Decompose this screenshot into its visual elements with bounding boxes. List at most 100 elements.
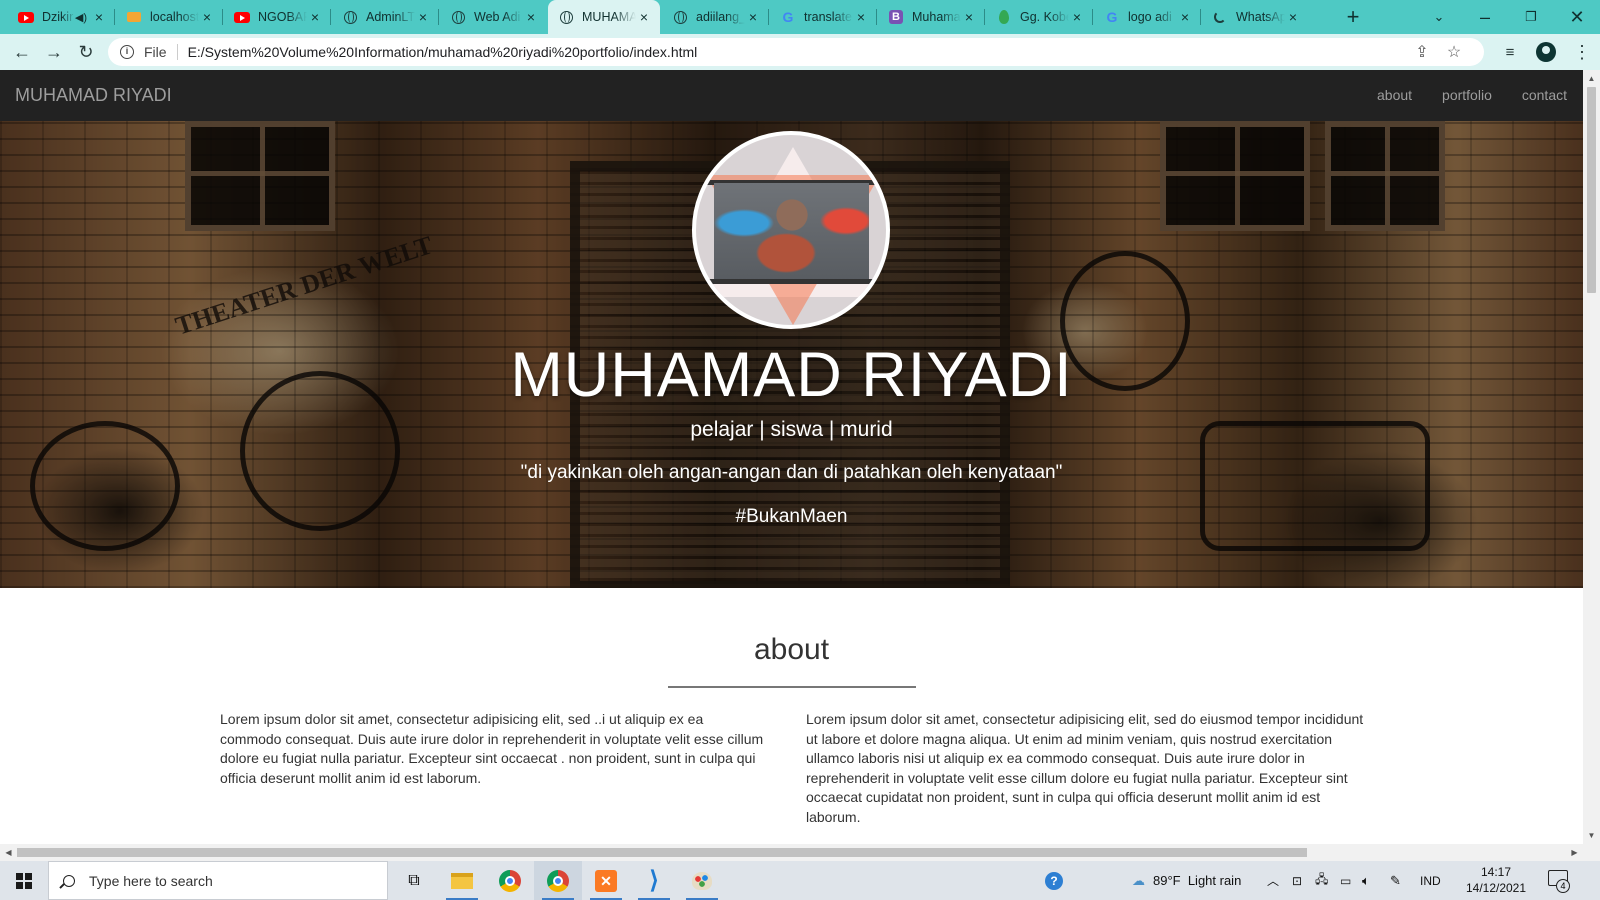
about-paragraph-left: Lorem ipsum dolor sit amet, consectetur … (220, 711, 764, 786)
close-tab-icon[interactable]: × (1069, 9, 1085, 25)
tab-search-chevron-icon[interactable]: ⌄ (1422, 0, 1456, 34)
tab-title: AdminLTE (366, 10, 415, 24)
close-tab-icon[interactable]: × (91, 9, 107, 25)
task-view-icon[interactable]: ⧉ (390, 861, 438, 900)
hero-title: MUHAMAD RIYADI (510, 340, 1073, 410)
tab-title: Gg. Kobe (1020, 10, 1069, 24)
globe-icon (672, 9, 688, 25)
browser-tab[interactable]: localhost × (116, 0, 223, 34)
close-tab-icon[interactable]: × (636, 9, 652, 25)
bookmark-star-icon[interactable]: ☆ (1440, 38, 1468, 66)
tab-title: WhatsApp (1236, 10, 1285, 24)
google-icon: G (1106, 9, 1118, 25)
browser-tab[interactable]: NGOBAR × (224, 0, 331, 34)
close-tab-icon[interactable]: × (745, 9, 761, 25)
profile-avatar-icon[interactable] (1536, 42, 1556, 62)
close-tab-icon[interactable]: × (853, 9, 869, 25)
paint-icon[interactable] (678, 861, 726, 900)
tab-title: logo adi (1128, 10, 1172, 24)
browser-tab[interactable]: Dzikir ◀) × (8, 0, 115, 34)
nav-link-portfolio[interactable]: portfolio (1442, 70, 1492, 121)
browser-tab[interactable]: Gg. Kobe × (986, 0, 1093, 34)
close-tab-icon[interactable]: × (199, 9, 215, 25)
loading-icon (1212, 9, 1228, 25)
browser-tab[interactable]: B Muhamad × (878, 0, 985, 34)
network-icon[interactable]: 🖧 (1315, 861, 1328, 900)
vertical-scrollbar[interactable]: ▲ ▼ (1583, 70, 1600, 844)
page-viewport: MUHAMAD RIYADI about portfolio contact T… (0, 70, 1583, 844)
browser-tab-strip: Dzikir ◀) × localhost × NGOBAR × AdminLT… (0, 0, 1600, 34)
browser-tab-active[interactable]: MUHAMAD × (548, 0, 660, 34)
chrome-profile-icon[interactable] (534, 861, 582, 900)
xampp-icon (126, 9, 142, 25)
language-indicator[interactable]: IND (1420, 861, 1441, 900)
hero-subtitle: pelajar | siswa | murid (690, 418, 893, 441)
horizontal-scroll-thumb[interactable] (17, 848, 1307, 857)
taskbar-search-box[interactable]: Type here to search (48, 861, 388, 900)
tray-overflow-chevron-icon[interactable]: ︿ (1267, 861, 1279, 900)
close-tab-icon[interactable]: × (307, 9, 323, 25)
chrome-icon[interactable] (486, 861, 534, 900)
help-icon[interactable]: ? (1045, 861, 1063, 900)
nav-link-contact[interactable]: contact (1522, 70, 1567, 121)
browser-tab[interactable]: adiilang_ × (662, 0, 769, 34)
new-tab-button[interactable]: + (1336, 0, 1370, 34)
scrollbar-corner (1583, 844, 1600, 861)
vscode-icon[interactable]: ⟩ (630, 861, 678, 900)
speaker-icon[interactable]: ◀) (75, 11, 87, 24)
url-text[interactable]: E:/System%20Volume%20Information/muhamad… (188, 44, 698, 60)
hero-hashtag: #BukanMaen (735, 506, 848, 527)
site-brand[interactable]: MUHAMAD RIYADI (15, 70, 172, 121)
scroll-up-arrow-icon[interactable]: ▲ (1583, 70, 1600, 87)
nav-link-about[interactable]: about (1377, 70, 1412, 121)
close-tab-icon[interactable]: × (1285, 9, 1301, 25)
weather-rain-icon: ☁ (1132, 872, 1145, 888)
close-tab-icon[interactable]: × (523, 9, 539, 25)
browser-tab[interactable]: AdminLTE × (332, 0, 439, 34)
minimize-icon[interactable]: – (1468, 0, 1502, 34)
file-explorer-icon[interactable] (438, 861, 486, 900)
speaker-muted-icon[interactable]: 🔈︎ (1362, 861, 1370, 900)
back-arrow-icon[interactable]: ← (8, 38, 36, 66)
taskbar-clock[interactable]: 14:17 14/12/2021 (1460, 864, 1532, 896)
weather-widget[interactable]: ☁ 89°F Light rain (1132, 861, 1241, 900)
scroll-left-arrow-icon[interactable]: ◀ (0, 844, 17, 861)
forward-arrow-icon[interactable]: → (40, 38, 68, 66)
globe-icon (558, 9, 574, 25)
youtube-icon (18, 9, 34, 25)
site-navbar: MUHAMAD RIYADI about portfolio contact (0, 70, 1583, 122)
xampp-app-icon[interactable]: ✕ (582, 861, 630, 900)
close-tab-icon[interactable]: × (415, 9, 431, 25)
tab-title: adiilang_ (696, 10, 745, 24)
share-icon[interactable]: ⇪ (1408, 38, 1436, 66)
vertical-scroll-thumb[interactable] (1587, 87, 1596, 293)
restore-icon[interactable]: ❐ (1514, 0, 1548, 34)
bootstrap-icon: B (888, 9, 904, 25)
close-window-icon[interactable]: ✕ (1560, 0, 1594, 34)
browser-tab[interactable]: WhatsApp × (1202, 0, 1309, 34)
pen-icon[interactable]: ✎ (1390, 861, 1401, 900)
address-bar[interactable]: i File E:/System%20Volume%20Information/… (108, 38, 1484, 66)
start-button[interactable] (0, 861, 48, 900)
browser-tab[interactable]: Web Adi × (440, 0, 547, 34)
browser-tab[interactable]: G logo adi × (1094, 0, 1201, 34)
horizontal-scrollbar[interactable]: ◀ ▶ (0, 844, 1583, 861)
close-tab-icon[interactable]: × (1177, 9, 1193, 25)
about-divider (668, 686, 916, 688)
scroll-down-arrow-icon[interactable]: ▼ (1583, 827, 1600, 844)
browser-tab[interactable]: G translate × (770, 0, 877, 34)
reload-icon[interactable]: ↻ (72, 38, 100, 66)
search-icon (63, 874, 75, 887)
tab-title: NGOBAR (258, 10, 307, 24)
profile-avatar (692, 131, 890, 329)
more-menu-icon[interactable]: ⋮ (1568, 38, 1596, 66)
close-tab-icon[interactable]: × (961, 9, 977, 25)
info-icon[interactable]: i (120, 45, 134, 59)
scroll-right-arrow-icon[interactable]: ▶ (1566, 844, 1583, 861)
omnibox-divider (176, 44, 178, 60)
display-icon[interactable]: ▭ (1340, 861, 1351, 900)
browser-toolbar: ← → ↻ i File E:/System%20Volume%20Inform… (0, 34, 1600, 70)
media-queue-icon[interactable]: ≡ (1496, 38, 1524, 66)
globe-icon (342, 9, 358, 25)
tray-app-icon[interactable]: ⊡ (1292, 861, 1302, 900)
